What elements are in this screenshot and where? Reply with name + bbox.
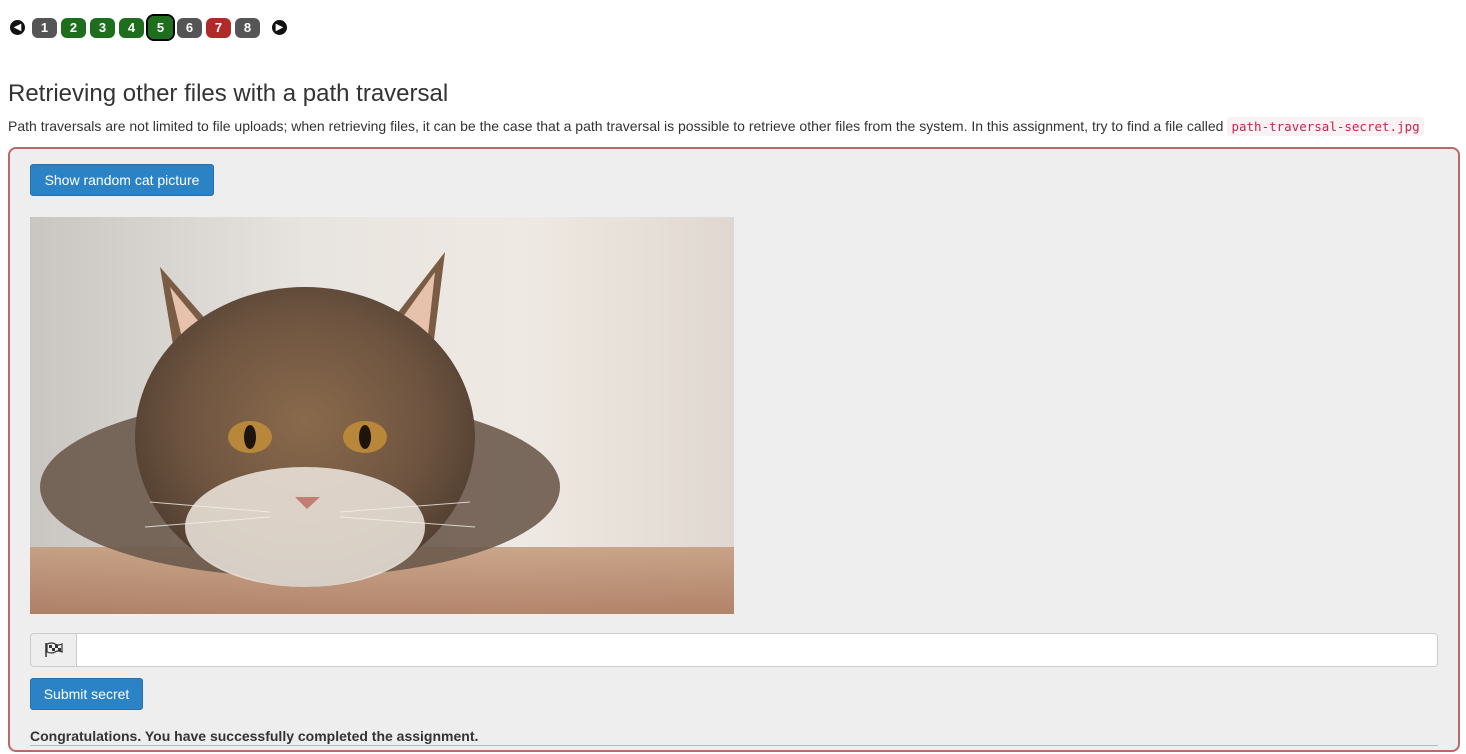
lesson-title: Retrieving other files with a path trave… [8,80,449,107]
assignment-feedback: Congratulations. You have successfully c… [30,728,1438,746]
page-button-6[interactable]: 6 [177,17,202,38]
arrow-right-circle-icon[interactable]: ▶ [272,20,287,35]
secret-filename: path-traversal-secret.jpg [1227,117,1424,136]
page-button-4[interactable]: 4 [119,17,144,38]
cat-picture [30,217,734,614]
page-button-3[interactable]: 3 [90,17,115,38]
show-random-cat-button[interactable]: Show random cat picture [30,164,214,196]
secret-input[interactable] [76,633,1438,667]
page-button-2[interactable]: 2 [61,17,86,38]
secret-input-group [30,633,1438,667]
page-button-5[interactable]: 5 [146,14,175,41]
lesson-description: Path traversals are not limited to file … [8,117,1424,136]
flag-checkered-icon [30,633,76,667]
submit-secret-button[interactable]: Submit secret [30,678,143,710]
page-button-1[interactable]: 1 [32,17,57,38]
arrow-left-circle-icon[interactable]: ◀ [10,20,25,35]
lesson-pagination: ◀ 1 2 3 4 5 6 7 8 ▶ [10,14,287,41]
page-button-7[interactable]: 7 [206,17,231,38]
page-button-8[interactable]: 8 [235,17,260,38]
lesson-description-text: Path traversals are not limited to file … [8,118,1224,134]
assignment-panel: Show random cat picture Submit secret Co… [8,147,1460,752]
